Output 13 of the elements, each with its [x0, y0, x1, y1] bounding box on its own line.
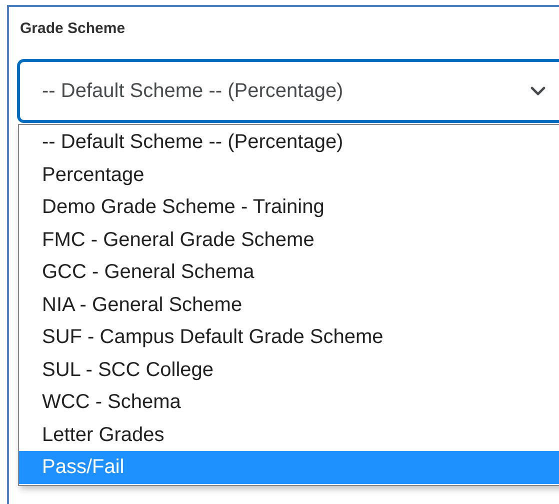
dropdown-option[interactable]: SUL - SCC College: [19, 354, 559, 386]
field-label: Grade Scheme: [19, 19, 126, 39]
dropdown-option[interactable]: NIA - General Scheme: [19, 288, 559, 321]
dropdown-option[interactable]: SUF - Campus Default Grade Scheme: [19, 321, 559, 354]
dropdown-option[interactable]: FMC - General Grade Scheme: [19, 224, 559, 256]
dropdown-option[interactable]: WCC - Schema: [19, 386, 559, 418]
dropdown-option[interactable]: Demo Grade Scheme - Training: [19, 191, 559, 224]
dropdown-option[interactable]: Percentage: [19, 158, 559, 191]
dropdown-option[interactable]: Letter Grades: [19, 418, 559, 451]
grade-scheme-select[interactable]: -- Default Scheme -- (Percentage): [18, 60, 559, 122]
dropdown-option[interactable]: -- Default Scheme -- (Percentage): [19, 126, 559, 158]
chevron-down-icon: [530, 86, 546, 96]
dropdown-option[interactable]: GCC - General Schema: [19, 256, 559, 288]
